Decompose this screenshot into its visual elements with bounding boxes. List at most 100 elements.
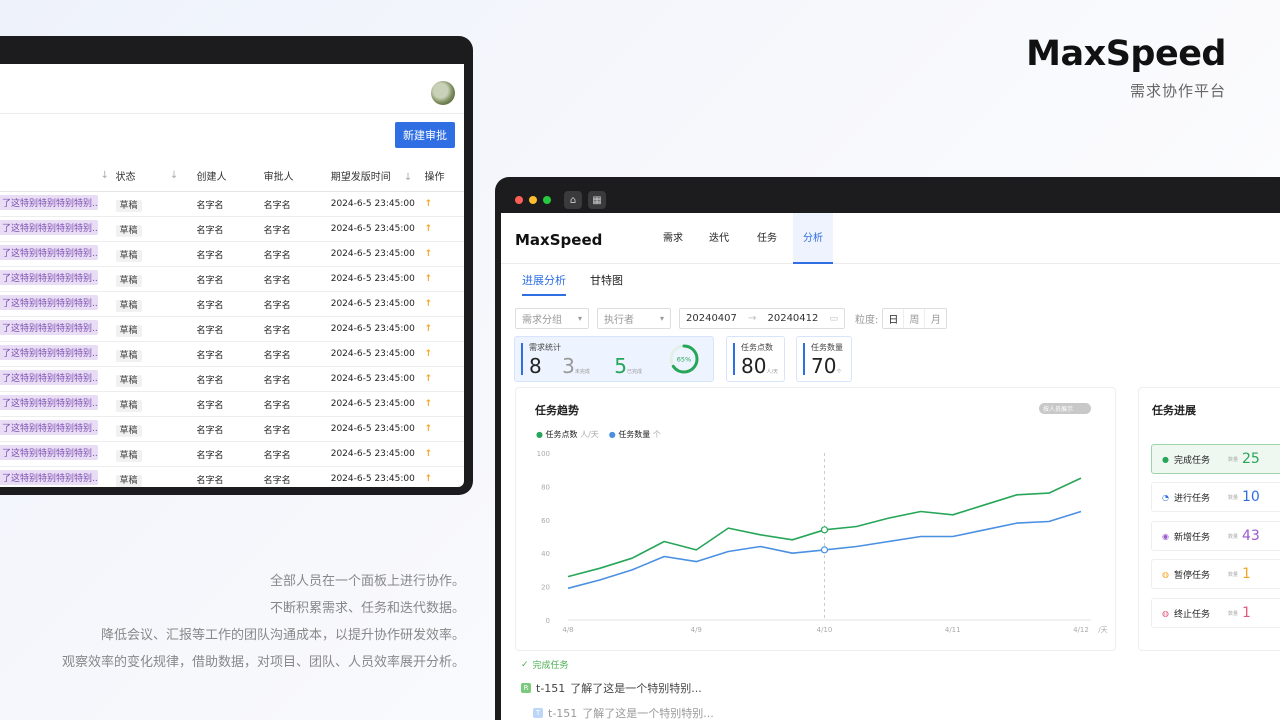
- title-cell: 了这特别特别特别特别...: [0, 370, 101, 388]
- sort-arrow-icon[interactable]: ↓: [101, 170, 111, 181]
- sort-arrow-icon[interactable]: ↓: [170, 170, 197, 181]
- apps-icon[interactable]: ▦: [588, 191, 606, 209]
- trend-chart[interactable]: 0 20 40 60 80 100 4/8 4/9 4/10 4/11 4/12/天: [516, 448, 1117, 648]
- arrow-up-icon[interactable]: ↑: [425, 324, 464, 334]
- legend-item-count[interactable]: ● 任务数量 个: [609, 429, 661, 440]
- table-row[interactable]: 了这特别特别特别特别... 草稿 名字名 名字名 2024-6-5 23:45:00 ↑: [0, 267, 464, 292]
- creator-cell: 名字名: [196, 300, 224, 311]
- date-end: 20240412: [767, 313, 819, 324]
- arrow-up-icon[interactable]: ↑: [425, 199, 464, 209]
- list-item[interactable]: T t-151 了解了这是一个特别特别...: [533, 705, 714, 720]
- status-cell: 草稿: [111, 398, 170, 412]
- table-row[interactable]: 了这特别特别特别特别... 草稿 名字名 名字名 2024-6-5 23:45:00 ↑: [0, 442, 464, 467]
- arrow-up-icon[interactable]: ↑: [425, 399, 464, 409]
- highlight-point: [820, 526, 829, 534]
- title-tag[interactable]: 了这特别特别特别特别...: [0, 195, 98, 210]
- home-icon[interactable]: ⌂: [564, 191, 582, 209]
- title-tag[interactable]: 了这特别特别特别特别...: [0, 220, 98, 235]
- table-row[interactable]: 了这特别特别特别特别... 草稿 名字名 名字名 2024-6-5 23:45:00 ↑: [0, 217, 464, 242]
- x-tick-label: 4/12: [1073, 626, 1089, 634]
- table-row[interactable]: 了这特别特别特别特别... 草稿 名字名 名字名 2024-6-5 23:45:00 ↑: [0, 242, 464, 267]
- title-tag[interactable]: 了这特别特别特别特别...: [0, 420, 98, 435]
- granularity-day[interactable]: 日: [883, 309, 905, 328]
- progress-item[interactable]: ● 完成任务 数量 25: [1151, 444, 1280, 474]
- close-window-button[interactable]: [515, 196, 523, 204]
- progress-small-label: 数量: [1228, 533, 1239, 540]
- table-row[interactable]: 了这特别特别特别特别... 草稿 名字名 名字名 2024-6-5 23:45:00 ↑: [0, 417, 464, 442]
- table-row[interactable]: 了这特别特别特别特别... 草稿 名字名 名字名 2024-6-5 23:45:00 ↑: [0, 292, 464, 317]
- arrow-up-icon[interactable]: ↑: [425, 474, 464, 484]
- task-points-value: 80: [741, 354, 767, 378]
- executor-select[interactable]: 执行者 ▾: [597, 308, 671, 329]
- legend-dot-icon: ●: [536, 430, 543, 439]
- arrow-up-icon[interactable]: ↑: [425, 424, 464, 434]
- completed-tasks-header: ✓ 完成任务: [521, 658, 714, 672]
- granularity-month[interactable]: 月: [925, 309, 946, 328]
- granularity-week[interactable]: 周: [904, 309, 926, 328]
- progress-item[interactable]: ◉ 新增任务 数量 43: [1151, 521, 1280, 551]
- list-item[interactable]: R t-151 了解了这是一个特别特别...: [521, 680, 714, 696]
- ring-percent: 65%: [677, 356, 691, 364]
- approval-window: 新建审批 ↓ 状态 ↓ 创建人 审批人 期望发版时间 ↓ 操作 了这特别特别特别…: [0, 36, 473, 495]
- arrow-up-icon[interactable]: ↑: [425, 349, 464, 359]
- arrow-up-icon[interactable]: ↑: [425, 374, 464, 384]
- title-tag[interactable]: 了这特别特别特别特别...: [0, 445, 98, 460]
- title-tag[interactable]: 了这特别特别特别特别...: [0, 295, 98, 310]
- avatar[interactable]: [431, 81, 455, 105]
- table-row[interactable]: 了这特别特别特别特别... 草稿 名字名 名字名 2024-6-5 23:45:00 ↑: [0, 467, 464, 487]
- arrow-up-icon[interactable]: ↑: [425, 224, 464, 234]
- task-count-value: 70: [811, 354, 837, 378]
- chart-legend: ● 任务点数 人/天 ● 任务数量 个: [536, 429, 661, 440]
- progress-item[interactable]: ◔ 进行任务 数量 10: [1151, 482, 1280, 512]
- title-tag[interactable]: 了这特别特别特别特别...: [0, 370, 98, 385]
- arrow-up-icon[interactable]: ↑: [425, 274, 464, 284]
- title-tag[interactable]: 了这特别特别特别特别...: [0, 470, 98, 485]
- table-row[interactable]: 了这特别特别特别特别... 草稿 名字名 名字名 2024-6-5 23:45:00 ↑: [0, 392, 464, 417]
- legend-item-points[interactable]: ● 任务点数 人/天: [536, 429, 599, 440]
- minimize-window-button[interactable]: [529, 196, 537, 204]
- arrow-up-icon[interactable]: ↑: [425, 299, 464, 309]
- table-row[interactable]: 了这特别特别特别特别... 草稿 名字名 名字名 2024-6-5 23:45:00 ↑: [0, 367, 464, 392]
- maximize-window-button[interactable]: [543, 196, 551, 204]
- nav-tab-task[interactable]: 任务: [757, 213, 777, 264]
- table-row[interactable]: 了这特别特别特别特别... 草稿 名字名 名字名 2024-6-5 23:45:00 ↑: [0, 342, 464, 367]
- tab-gantt[interactable]: 甘特图: [590, 272, 623, 296]
- nav-tab-analysis[interactable]: 分析: [793, 213, 833, 264]
- title-cell: 了这特别特别特别特别...: [0, 445, 101, 463]
- progress-small-label: 数量: [1228, 610, 1239, 617]
- title-tag[interactable]: 了这特别特别特别特别...: [0, 345, 98, 360]
- status-cell: 草稿: [111, 473, 170, 487]
- title-tag[interactable]: 了这特别特别特别特别...: [0, 320, 98, 335]
- chevron-down-icon: ▾: [577, 314, 582, 323]
- progress-item[interactable]: ◍ 终止任务 数量 1: [1151, 598, 1280, 628]
- title-cell: 了这特别特别特别特别...: [0, 420, 101, 438]
- arrow-up-icon[interactable]: ↑: [425, 249, 464, 259]
- time-cell: 2024-6-5 23:45:00: [330, 424, 415, 434]
- task-type-icon: T: [533, 708, 543, 718]
- arrow-up-icon[interactable]: ↑: [425, 449, 464, 459]
- nav-tab-iteration[interactable]: 迭代: [709, 213, 729, 264]
- demand-group-select[interactable]: 需求分组 ▾: [515, 308, 589, 329]
- demand-total: 8: [529, 354, 542, 378]
- title-tag[interactable]: 了这特别特别特别特别...: [0, 395, 98, 410]
- progress-item[interactable]: ◍ 暂停任务 数量 1: [1151, 559, 1280, 589]
- status-badge: 草稿: [115, 199, 142, 212]
- time-column-header: 期望发版时间 ↓: [331, 168, 425, 183]
- table-row[interactable]: 了这特别特别特别特别... 草稿 名字名 名字名 2024-6-5 23:45:00 ↑: [0, 317, 464, 342]
- new-approval-button[interactable]: 新建审批: [395, 122, 455, 148]
- table-row[interactable]: 了这特别特别特别特别... 草稿 名字名 名字名 2024-6-5 23:45:00 ↑: [0, 192, 464, 217]
- date-range-picker[interactable]: 20240407 → 20240412 ▭: [679, 308, 845, 329]
- nav-tab-demand[interactable]: 需求: [663, 213, 683, 264]
- filter-bar: 需求分组 ▾ 执行者 ▾ 20240407 → 20240412 ▭ 粒度: 日…: [515, 308, 948, 329]
- approver-cell: 名字名: [263, 225, 291, 236]
- progress-label: 终止任务: [1173, 609, 1210, 620]
- show-by-person-toggle[interactable]: 按人员展示: [1038, 403, 1091, 414]
- title-tag[interactable]: 了这特别特别特别特别...: [0, 245, 98, 260]
- sort-arrow-icon[interactable]: ↓: [404, 172, 412, 183]
- brand: MaxSpeed 需求协作平台: [1026, 34, 1226, 101]
- tab-progress-analysis[interactable]: 进展分析: [522, 272, 566, 296]
- x-tick-label: 4/8: [562, 626, 573, 634]
- approval-table: ↓ 状态 ↓ 创建人 审批人 期望发版时间 ↓ 操作 了这特别特别特别特别...…: [0, 160, 464, 487]
- legend-unit: 个: [652, 430, 661, 439]
- title-tag[interactable]: 了这特别特别特别特别...: [0, 270, 98, 285]
